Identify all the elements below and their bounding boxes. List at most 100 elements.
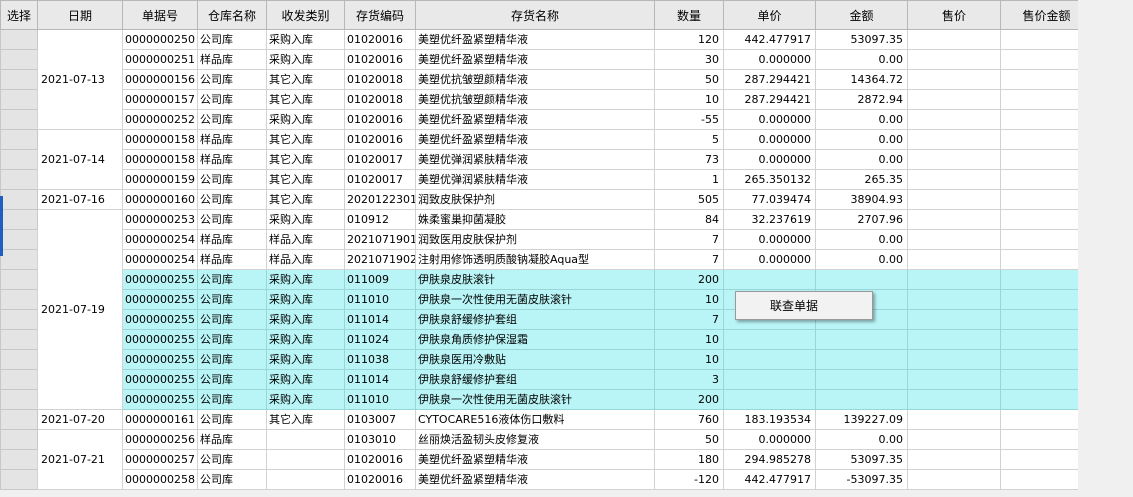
- item-name-cell: 伊肤泉一次性使用无菌皮肤滚针: [415, 389, 655, 410]
- quantity-cell: 7: [654, 229, 724, 250]
- item-code-cell: 01020017: [344, 149, 416, 170]
- table-row[interactable]: 0000000252 公司库 采购入库 01020016 美塑优纤盈紧塑精华液 -55 0.…: [0, 109, 1093, 130]
- row-select-cell[interactable]: [0, 29, 38, 50]
- row-select-cell[interactable]: [0, 269, 38, 290]
- row-select-cell[interactable]: [0, 309, 38, 330]
- row-select-cell[interactable]: [0, 129, 38, 150]
- item-name-cell: 润致皮肤保护剂: [415, 189, 655, 210]
- col-header-item-name[interactable]: 存货名称: [415, 0, 655, 30]
- row-select-cell[interactable]: [0, 149, 38, 170]
- table-row[interactable]: 0000000257 公司库 01020016 美塑优纤盈紧塑精华液 180 294.98…: [0, 449, 1093, 470]
- amount-cell: 139227.09: [815, 409, 908, 430]
- item-code-cell: 01020016: [344, 109, 416, 130]
- col-header-date[interactable]: 日期: [37, 0, 123, 30]
- table-row[interactable]: 0000000255 公司库 采购入库 011014 伊肤泉舒缓修护套组 3: [0, 369, 1093, 390]
- warehouse-cell: 公司库: [197, 369, 267, 390]
- table-row[interactable]: 0000000158 样品库 其它入库 01020017 美塑优弹润紧肤精华液 73 0.0…: [0, 149, 1093, 170]
- row-select-cell[interactable]: [0, 169, 38, 190]
- table-row[interactable]: 0000000255 公司库 采购入库 011009 伊肤泉皮肤滚针 200: [0, 269, 1093, 290]
- item-code-cell: 01020016: [344, 29, 416, 50]
- table-row[interactable]: 0000000255 公司库 采购入库 011038 伊肤泉医用冷敷贴 10: [0, 349, 1093, 370]
- col-header-unit-price[interactable]: 单价: [723, 0, 816, 30]
- row-select-cell[interactable]: [0, 249, 38, 270]
- table-row[interactable]: 0000000255 公司库 采购入库 011010 伊肤泉一次性使用无菌皮肤滚针 200: [0, 389, 1093, 410]
- quantity-cell: 180: [654, 449, 724, 470]
- item-name-cell: 伊肤泉舒缓修护套组: [415, 309, 655, 330]
- quantity-cell: 30: [654, 49, 724, 70]
- io-type-cell: [266, 429, 345, 450]
- row-select-cell[interactable]: [0, 189, 38, 210]
- warehouse-cell: 公司库: [197, 89, 267, 110]
- col-header-sale-price[interactable]: 售价: [907, 0, 1001, 30]
- col-header-select[interactable]: 选择: [0, 0, 38, 30]
- row-select-cell[interactable]: [0, 469, 38, 490]
- row-select-cell[interactable]: [0, 49, 38, 70]
- table-row[interactable]: 0000000258 公司库 01020016 美塑优纤盈紧塑精华液 -120 442.4…: [0, 469, 1093, 490]
- table-row[interactable]: 0000000157 公司库 其它入库 01020018 美塑优抗皱塑颜精华液 10 287…: [0, 89, 1093, 110]
- warehouse-cell: 样品库: [197, 249, 267, 270]
- row-select-cell[interactable]: [0, 449, 38, 470]
- amount-cell: 38904.93: [815, 189, 908, 210]
- unit-price-cell: 32.237619: [723, 209, 816, 230]
- row-select-cell[interactable]: [0, 349, 38, 370]
- table-row[interactable]: 2021-07-21 0000000256 样品库 0103010 丝丽焕活盈韧头皮修复…: [0, 429, 1093, 490]
- table-row[interactable]: 0000000255 公司库 采购入库 011014 伊肤泉舒缓修护套组 7: [0, 309, 1093, 330]
- doc-no-cell: 0000000252: [122, 109, 198, 130]
- table-row[interactable]: 2021-07-19 0000000253 公司库 采购入库 010912 姝柔蜜巢抑菌凝…: [0, 209, 1093, 410]
- sale-price-cell: [907, 389, 1001, 410]
- row-select-cell[interactable]: [0, 369, 38, 390]
- io-type-cell: [266, 449, 345, 470]
- amount-cell: [815, 369, 908, 390]
- quantity-cell: 3: [654, 369, 724, 390]
- row-select-cell[interactable]: [0, 69, 38, 90]
- io-type-cell: 采购入库: [266, 389, 345, 410]
- empty-area: [1078, 0, 1133, 497]
- item-code-cell: 0103010: [344, 429, 416, 450]
- table-row[interactable]: 0000000255 公司库 采购入库 011024 伊肤泉角质修护保湿霜 10: [0, 329, 1093, 350]
- context-menu: 联查单据: [735, 291, 873, 320]
- unit-price-cell: 0.000000: [723, 229, 816, 250]
- col-header-doc-no[interactable]: 单据号: [122, 0, 198, 30]
- row-select-cell[interactable]: [0, 229, 38, 250]
- table-row[interactable]: 2021-07-13 0000000250 公司库 采购入库 01020016 美塑优纤盈…: [0, 29, 1093, 130]
- amount-cell: 53097.35: [815, 449, 908, 470]
- row-select-cell[interactable]: [0, 329, 38, 350]
- context-menu-item-linked-query[interactable]: 联查单据: [770, 297, 818, 314]
- quantity-cell: 10: [654, 89, 724, 110]
- amount-cell: [815, 269, 908, 290]
- col-header-quantity[interactable]: 数量: [654, 0, 724, 30]
- row-select-cell[interactable]: [0, 89, 38, 110]
- col-header-amount[interactable]: 金额: [815, 0, 908, 30]
- row-select-cell[interactable]: [0, 429, 38, 450]
- table-row[interactable]: 0000000159 公司库 其它入库 01020017 美塑优弹润紧肤精华液 1 265.…: [0, 169, 1093, 190]
- item-code-cell: 0103007: [344, 409, 416, 430]
- table-row[interactable]: 0000000156 公司库 其它入库 01020018 美塑优抗皱塑颜精华液 50 287…: [0, 69, 1093, 90]
- table-row[interactable]: 0000000254 样品库 样品入库 2021071902 注射用修饰透明质酸钠凝胶A…: [0, 249, 1093, 270]
- table-row[interactable]: 2021-07-16 0000000160 公司库 其它入库 2020122301 润致皮…: [0, 189, 1093, 210]
- unit-price-cell: [723, 329, 816, 350]
- sale-price-cell: [907, 229, 1001, 250]
- col-header-item-code[interactable]: 存货编码: [344, 0, 416, 30]
- col-header-io-type[interactable]: 收发类别: [266, 0, 345, 30]
- io-type-cell: 样品入库: [266, 229, 345, 250]
- col-header-warehouse[interactable]: 仓库名称: [197, 0, 267, 30]
- quantity-cell: 10: [654, 289, 724, 310]
- row-select-cell[interactable]: [0, 209, 38, 230]
- table-row[interactable]: 0000000255 公司库 采购入库 011010 伊肤泉一次性使用无菌皮肤滚针 10: [0, 289, 1093, 310]
- header-row: 选择 日期 单据号 仓库名称 收发类别 存货编码 存货名称 数量 单价 金额 售…: [0, 0, 1093, 30]
- io-type-cell: [266, 469, 345, 490]
- item-code-cell: 01020017: [344, 169, 416, 190]
- item-name-cell: 伊肤泉医用冷敷贴: [415, 349, 655, 370]
- row-select-cell[interactable]: [0, 389, 38, 410]
- table-row[interactable]: 0000000254 样品库 样品入库 2021071901 润致医用皮肤保护剂 7 0.0…: [0, 229, 1093, 250]
- quantity-cell: 84: [654, 209, 724, 230]
- table-row[interactable]: 0000000251 样品库 采购入库 01020016 美塑优纤盈紧塑精华液 30 0.0…: [0, 49, 1093, 70]
- warehouse-cell: 公司库: [197, 109, 267, 130]
- table-row[interactable]: 2021-07-14 0000000158 样品库 其它入库 01020016 美塑优纤盈…: [0, 129, 1093, 190]
- table-row[interactable]: 2021-07-20 0000000161 公司库 其它入库 0103007 CYTOCA…: [0, 409, 1093, 430]
- row-select-cell[interactable]: [0, 109, 38, 130]
- row-select-cell[interactable]: [0, 289, 38, 310]
- item-name-cell: 美塑优纤盈紧塑精华液: [415, 449, 655, 470]
- sale-price-cell: [907, 429, 1001, 450]
- row-select-cell[interactable]: [0, 409, 38, 430]
